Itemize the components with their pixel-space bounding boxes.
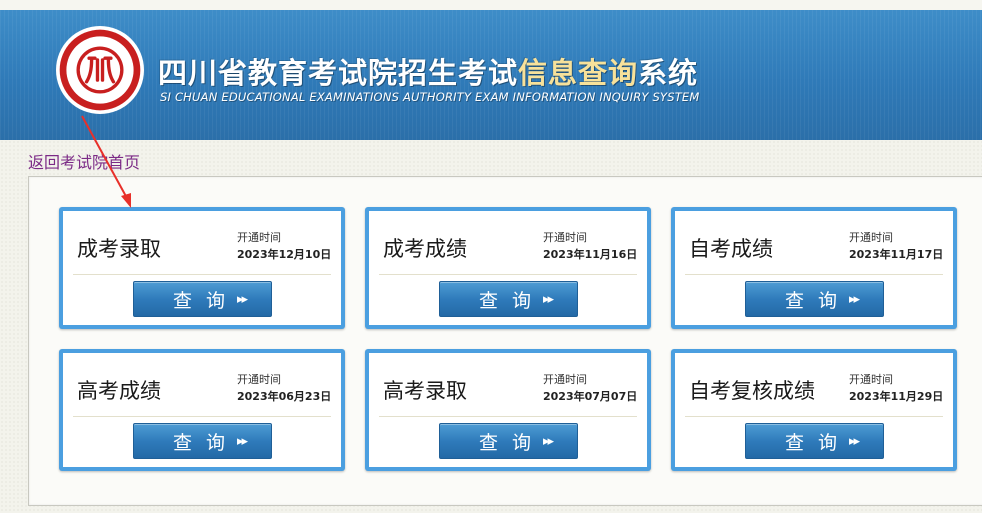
double-chevron-right-icon: ▸▸ [542,291,554,307]
divider [73,274,331,275]
divider [379,416,637,417]
open-time-date: 2023年11月29日 [849,390,944,403]
card-gaokao-scores: 高考成绩 开通时间 2023年06月23日 查询 ▸▸ [59,349,345,471]
back-to-homepage-link[interactable]: 返回考试院首页 [28,149,140,173]
double-chevron-right-icon: ▸▸ [542,433,554,449]
divider [685,416,943,417]
card-self-study-review-scores: 自考复核成绩 开通时间 2023年11月29日 查询 ▸▸ [671,349,957,471]
double-chevron-right-icon: ▸▸ [848,433,860,449]
query-button[interactable]: 查询 ▸▸ [133,423,272,459]
query-button[interactable]: 查询 ▸▸ [439,423,578,459]
double-chevron-right-icon: ▸▸ [848,291,860,307]
open-time-label: 开通时间 [543,373,587,386]
open-time-date: 2023年06月23日 [237,390,332,403]
system-subtitle-en: SI CHUAN EDUCATIONAL EXAMINATIONS AUTHOR… [160,90,700,104]
open-time-date: 2023年11月17日 [849,248,944,261]
query-button[interactable]: 查询 ▸▸ [745,423,884,459]
card-adult-exam-scores: 成考成绩 开通时间 2023年11月16日 查询 ▸▸ [365,207,651,329]
card-title: 高考成绩 [77,379,161,403]
open-time-date: 2023年11月16日 [543,248,638,261]
card-title: 自考成绩 [689,237,773,261]
divider [685,274,943,275]
query-button[interactable]: 查询 ▸▸ [133,281,272,317]
top-strip [0,0,982,10]
header-banner: 四川省教育考试院招生考试信息查询系统 SI CHUAN EDUCATIONAL … [0,10,982,140]
card-title: 成考成绩 [383,237,467,261]
query-button[interactable]: 查询 ▸▸ [745,281,884,317]
open-time-date: 2023年07月07日 [543,390,638,403]
double-chevron-right-icon: ▸▸ [236,433,248,449]
card-title: 成考录取 [77,237,161,261]
query-button[interactable]: 查询 ▸▸ [439,281,578,317]
open-time-label: 开通时间 [849,231,893,244]
system-title: 四川省教育考试院招生考试信息查询系统 [158,56,699,90]
divider [73,416,331,417]
card-title: 自考复核成绩 [689,379,815,403]
open-time-label: 开通时间 [849,373,893,386]
open-time-label: 开通时间 [543,231,587,244]
card-self-study-scores: 自考成绩 开通时间 2023年11月17日 查询 ▸▸ [671,207,957,329]
open-time-date: 2023年12月10日 [237,248,332,261]
divider [379,274,637,275]
card-title: 高考录取 [383,379,467,403]
card-adult-exam-admission: 成考录取 开通时间 2023年12月10日 查询 ▸▸ [59,207,345,329]
open-time-label: 开通时间 [237,231,281,244]
sichuan-exam-authority-logo-icon [56,26,144,114]
double-chevron-right-icon: ▸▸ [236,291,248,307]
card-gaokao-admission: 高考录取 开通时间 2023年07月07日 查询 ▸▸ [365,349,651,471]
open-time-label: 开通时间 [237,373,281,386]
